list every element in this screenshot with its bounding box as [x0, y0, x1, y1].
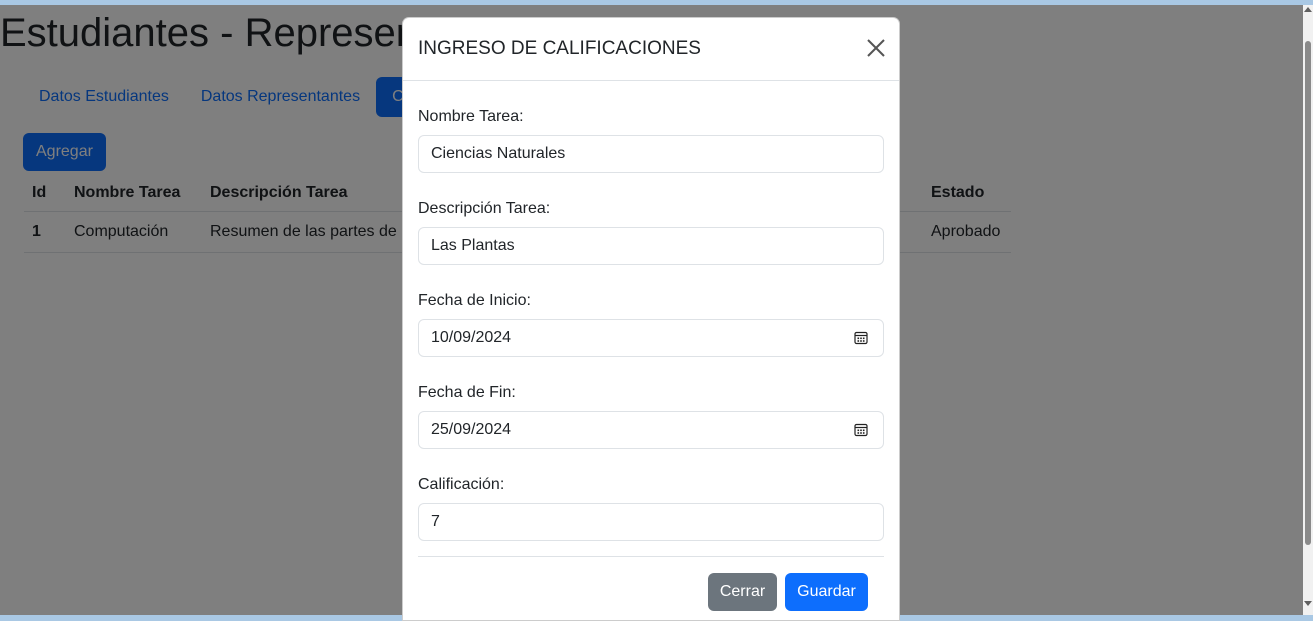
- close-icon[interactable]: [866, 38, 886, 58]
- start-date-label: Fecha de Inicio:: [418, 292, 531, 309]
- task-description-input[interactable]: Las Plantas: [418, 227, 884, 265]
- grade-label: Calificación:: [418, 476, 505, 493]
- modal-footer-divider: [418, 556, 884, 557]
- end-date-label: Fecha de Fin:: [418, 384, 516, 401]
- task-name-label: Nombre Tarea:: [418, 108, 524, 125]
- calendar-icon[interactable]: [854, 423, 868, 437]
- task-description-label: Descripción Tarea:: [418, 200, 551, 217]
- end-date-value: 25/09/2024: [431, 421, 512, 438]
- task-name-input[interactable]: Ciencias Naturales: [418, 135, 884, 173]
- start-date-input[interactable]: 10/09/2024: [418, 319, 884, 357]
- start-date-value: 10/09/2024: [431, 329, 512, 346]
- calendar-icon[interactable]: [854, 331, 868, 345]
- grade-input[interactable]: 7: [418, 503, 884, 541]
- close-button[interactable]: Cerrar: [708, 573, 777, 611]
- scroll-down-arrow-icon[interactable]: [1304, 601, 1312, 606]
- end-date-input[interactable]: 25/09/2024: [418, 411, 884, 449]
- scroll-up-arrow-icon[interactable]: [1304, 7, 1312, 12]
- modal-title: INGRESO DE CALIFICACIONES: [418, 38, 701, 59]
- scrollbar-thumb[interactable]: [1305, 41, 1311, 545]
- save-button[interactable]: Guardar: [785, 573, 868, 611]
- modal-header: INGRESO DE CALIFICACIONES: [403, 18, 899, 81]
- grades-modal: INGRESO DE CALIFICACIONES Nombre Tarea: …: [402, 17, 900, 621]
- page-scrollbar[interactable]: [1303, 5, 1313, 615]
